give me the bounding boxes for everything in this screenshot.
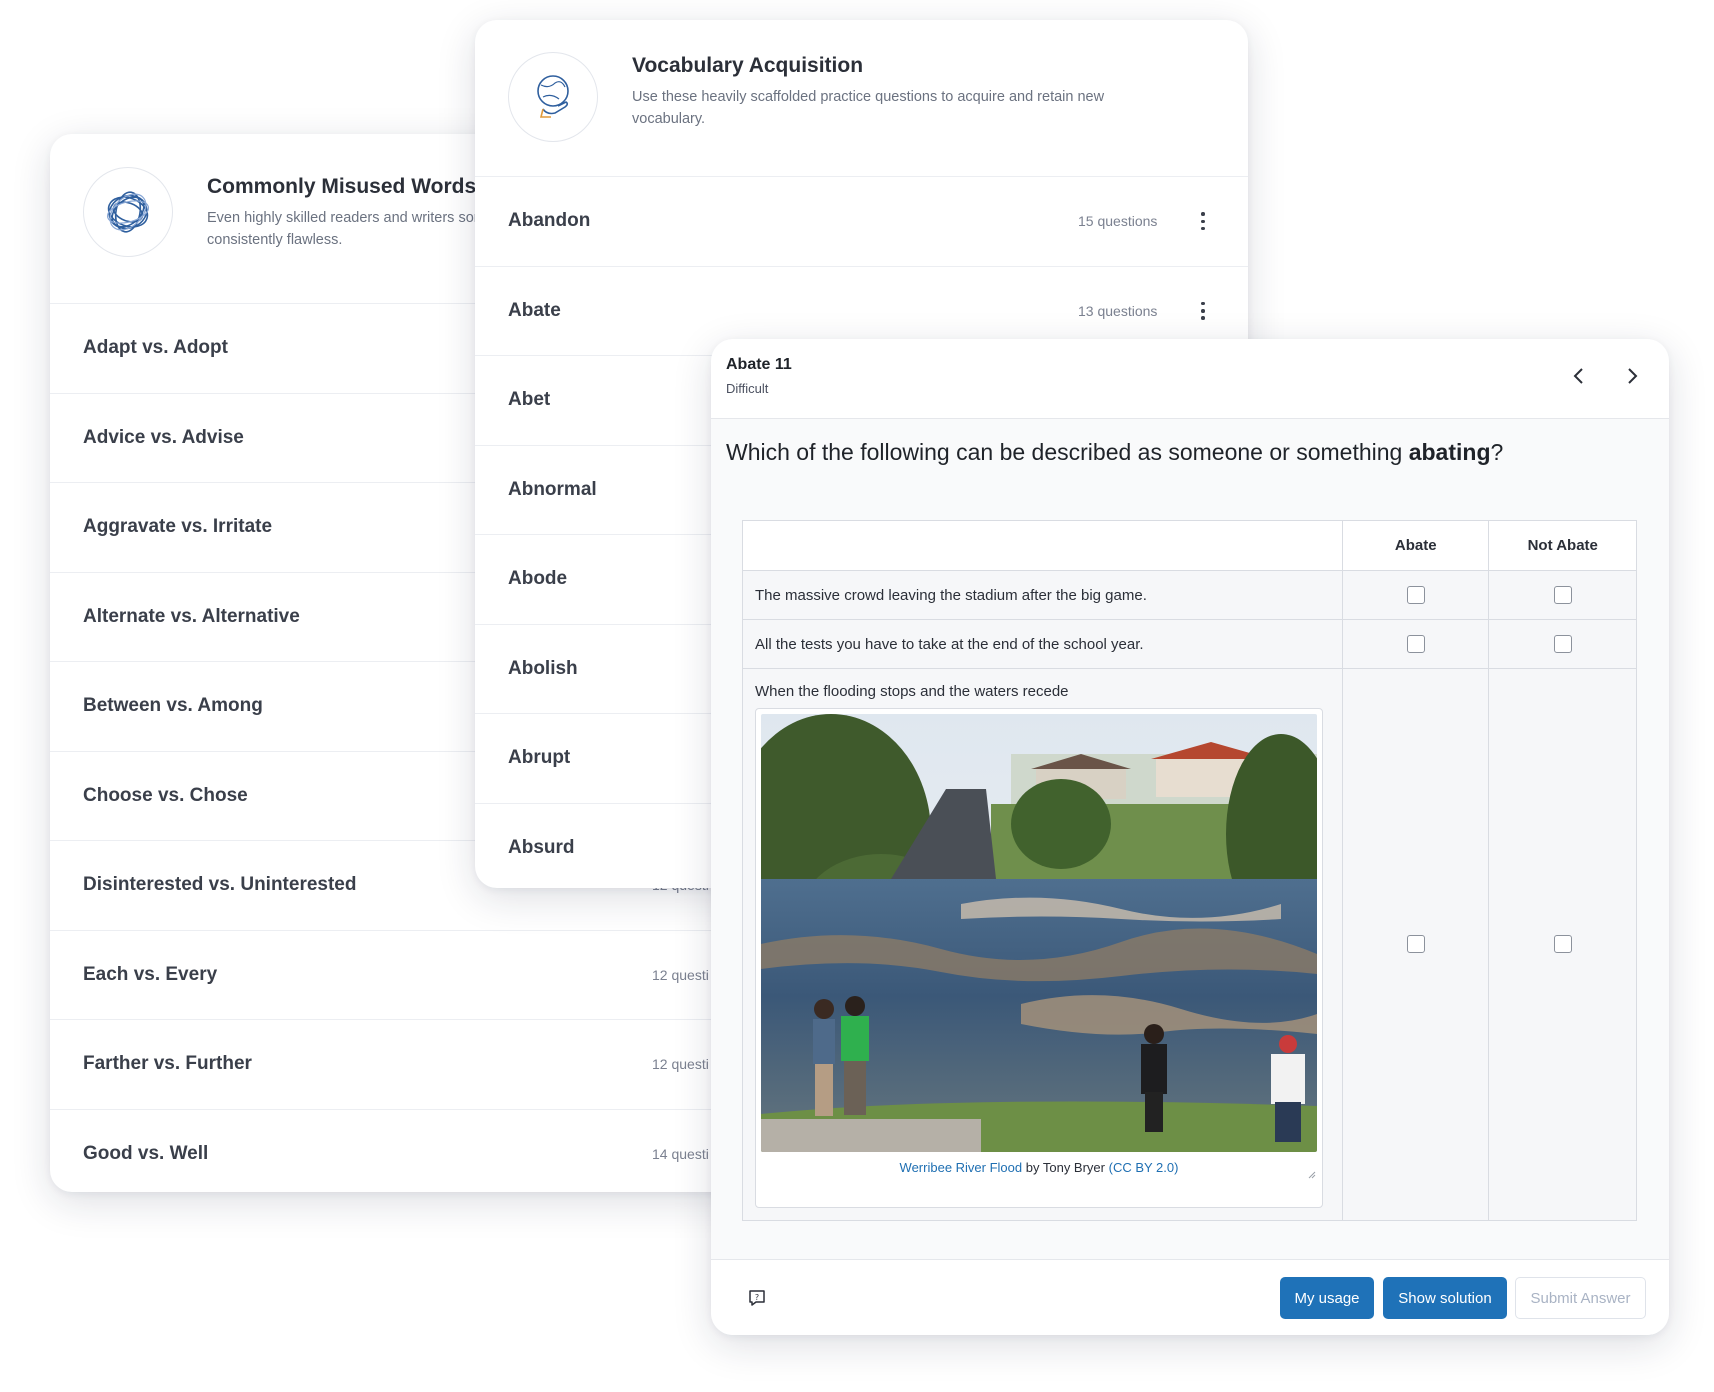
next-button[interactable] — [1617, 361, 1647, 391]
chevron-left-icon — [1573, 368, 1583, 384]
question-count: 14 questi — [652, 1146, 709, 1163]
list-item-label: Abnormal — [508, 478, 597, 500]
question-count: 15 questions — [1078, 213, 1158, 230]
image-frame: Werribee River Flood by Tony Bryer (CC B… — [755, 708, 1323, 1208]
vocab-card-title: Vocabulary Acquisition — [632, 54, 864, 77]
not-abate-checkbox[interactable] — [1553, 634, 1572, 653]
difficulty-label: Difficult — [726, 381, 769, 396]
statement-text: The massive crowd leaving the stadium af… — [742, 570, 1343, 620]
feedback-icon[interactable]: ? — [747, 1288, 767, 1308]
table-row: When the flooding stops and the waters r… — [742, 668, 1637, 1221]
statement-text: All the tests you have to take at the en… — [742, 619, 1343, 669]
tangled-ball-icon — [83, 167, 173, 257]
svg-text:?: ? — [755, 1293, 759, 1302]
image-source-link[interactable]: Werribee River Flood — [900, 1160, 1023, 1175]
abate-checkbox[interactable] — [1406, 634, 1425, 653]
list-item[interactable]: Abandon 15 questions — [475, 177, 1248, 267]
not-abate-checkbox[interactable] — [1553, 935, 1572, 954]
list-item-label: Abode — [508, 568, 568, 590]
question-body: Which of the following can be described … — [711, 419, 1669, 1259]
list-item-label: Absurd — [508, 837, 575, 859]
column-header-abate: Abate — [1341, 520, 1490, 571]
abate-checkbox[interactable] — [1406, 585, 1425, 604]
table-row: All the tests you have to take at the en… — [742, 619, 1637, 669]
list-item-label: Adapt vs. Adopt — [83, 337, 228, 359]
more-options-icon[interactable] — [1200, 212, 1206, 231]
list-item-label: Each vs. Every — [83, 963, 218, 985]
question-header: Abate 11 Difficult — [711, 339, 1669, 419]
chevron-right-icon — [1628, 368, 1638, 384]
question-card: Abate 11 Difficult Which of the followin… — [711, 339, 1669, 1335]
list-item-label: Abate — [508, 299, 561, 321]
statement-text: When the flooding stops and the waters r… — [755, 683, 1069, 700]
show-solution-button[interactable]: Show solution — [1383, 1277, 1507, 1319]
submit-answer-button[interactable]: Submit Answer — [1515, 1277, 1646, 1319]
vocab-card-description: Use these heavily scaffolded practice qu… — [632, 89, 1105, 127]
abate-checkbox[interactable] — [1406, 935, 1425, 954]
list-item-label: Abet — [508, 389, 551, 411]
question-prompt: Which of the following can be described … — [726, 439, 1504, 465]
question-footer: ? My usage Show solution Submit Answer — [711, 1259, 1669, 1335]
globe-hand-icon — [508, 52, 598, 142]
table-row: The massive crowd leaving the stadium af… — [742, 570, 1637, 620]
list-item-label: Disinterested vs. Uninterested — [83, 874, 357, 896]
vocab-card-header: Vocabulary Acquisition Use these heavily… — [475, 20, 1248, 177]
list-item-label: Aggravate vs. Irritate — [83, 516, 273, 538]
list-item-label: Farther vs. Further — [83, 1053, 252, 1075]
license-link[interactable]: (CC BY 2.0) — [1109, 1160, 1179, 1175]
list-item-label: Alternate vs. Alternative — [83, 605, 300, 627]
my-usage-button[interactable]: My usage — [1280, 1277, 1374, 1319]
question-count: 13 questions — [1078, 302, 1158, 319]
question-title: Abate 11 — [726, 356, 792, 373]
matrix-header-row: Abate Not Abate — [742, 520, 1637, 571]
answer-matrix: Abate Not Abate The massive crowd leavin… — [742, 520, 1637, 1221]
list-item-label: Good vs. Well — [83, 1143, 209, 1165]
list-item-label: Abolish — [508, 657, 578, 679]
question-count: 12 questi — [652, 966, 709, 983]
list-item-label: Advice vs. Advise — [83, 426, 244, 448]
column-header-not-abate: Not Abate — [1488, 520, 1637, 571]
list-item-label: Abandon — [508, 210, 591, 232]
more-options-icon[interactable] — [1200, 301, 1206, 320]
image-caption: Werribee River Flood by Tony Bryer (CC B… — [899, 1160, 1179, 1175]
not-abate-checkbox[interactable] — [1553, 585, 1572, 604]
list-item-label: Abrupt — [508, 747, 571, 769]
list-item-label: Choose vs. Chose — [83, 784, 248, 806]
resize-handle-icon[interactable] — [1308, 1171, 1316, 1179]
question-count: 12 questi — [652, 1056, 709, 1073]
previous-button[interactable] — [1564, 361, 1594, 391]
flood-photo — [761, 714, 1317, 1152]
list-item-label: Between vs. Among — [83, 695, 263, 717]
